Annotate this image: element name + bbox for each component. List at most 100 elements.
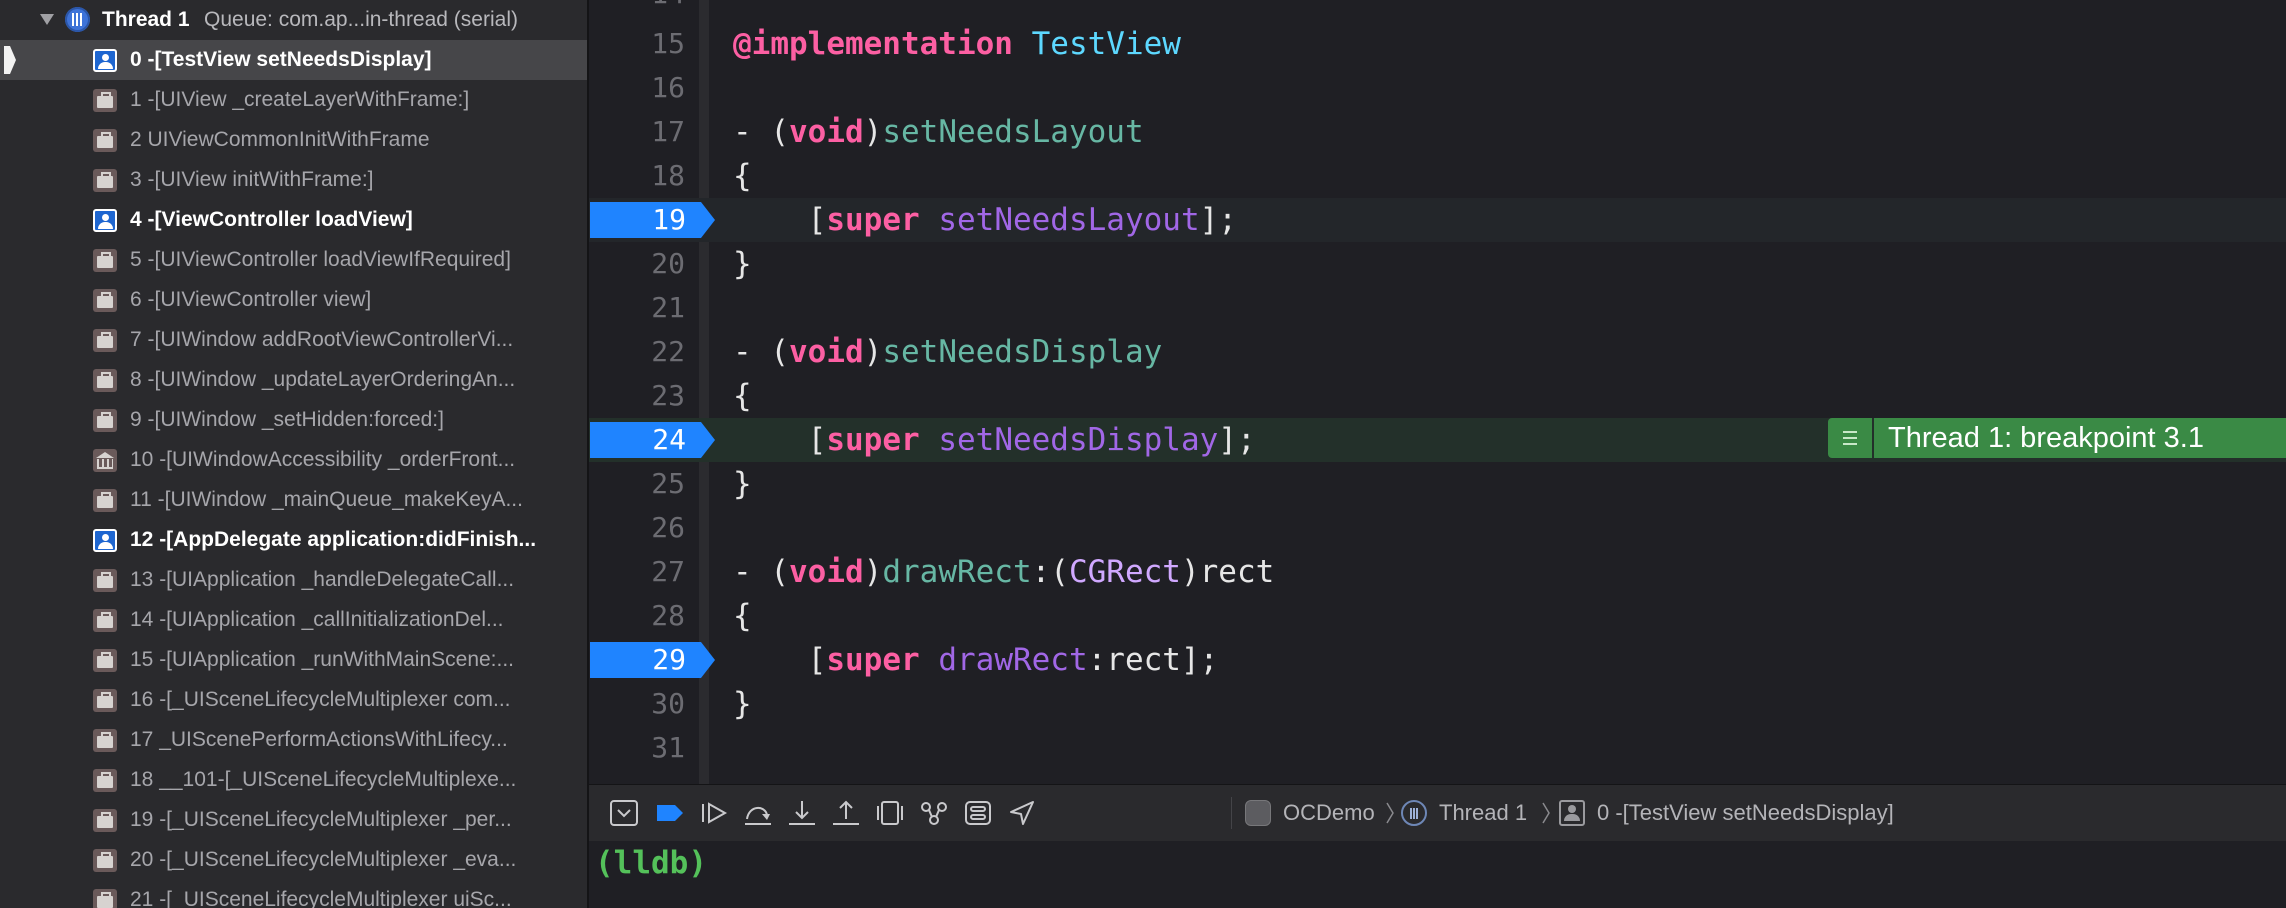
annotation-menu-icon[interactable] xyxy=(1828,418,1872,458)
code-line[interactable]: 29 [super drawRect:rect]; xyxy=(589,638,2286,682)
code-line[interactable]: 19 [super setNeedsLayout]; xyxy=(589,198,2286,242)
code-text[interactable]: { xyxy=(733,374,752,418)
library-icon xyxy=(93,449,117,472)
code-line[interactable]: 25} xyxy=(589,462,2286,506)
thread-queue: Queue: com.ap...in-thread (serial) xyxy=(204,8,518,31)
breakpoint-marker[interactable]: 29 xyxy=(590,642,715,678)
step-out-button[interactable] xyxy=(829,797,863,829)
code-token: { xyxy=(733,158,752,194)
code-text[interactable]: @implementation TestView xyxy=(733,22,1181,66)
breadcrumb-thread[interactable]: Thread 1 xyxy=(1439,785,1527,841)
memory-graph-button[interactable] xyxy=(917,797,951,829)
code-text[interactable]: [super setNeedsLayout]; xyxy=(733,198,1237,242)
stack-frame-label: 20 -[_UISceneLifecycleMultiplexer _eva..… xyxy=(130,848,517,871)
breakpoints-toggle-button[interactable] xyxy=(653,797,687,829)
framework-icon xyxy=(93,809,117,832)
code-text[interactable]: { xyxy=(733,594,752,638)
debug-bar-divider xyxy=(1231,797,1232,829)
framework-icon xyxy=(93,329,117,352)
stack-frame-row[interactable]: 2 UIViewCommonInitWithFrame xyxy=(0,120,587,160)
code-line[interactable]: 26 xyxy=(589,506,2286,550)
breakpoint-annotation[interactable]: Thread 1: breakpoint 3.1 xyxy=(1828,416,2286,460)
stack-frame-row[interactable]: 8 -[UIWindow _updateLayerOrderingAn... xyxy=(0,360,587,400)
code-line[interactable]: 18 { xyxy=(589,154,2286,198)
code-line[interactable]: 23 { xyxy=(589,374,2286,418)
step-into-button[interactable] xyxy=(785,797,819,829)
stack-frame-row[interactable]: 7 -[UIWindow addRootViewControllerVi... xyxy=(0,320,587,360)
breadcrumb-frame[interactable]: 0 -[TestView setNeedsDisplay] xyxy=(1597,785,1894,841)
simulate-location-button[interactable] xyxy=(1005,797,1039,829)
stack-frame-label: 10 -[UIWindowAccessibility _orderFront..… xyxy=(130,448,516,471)
framework-icon xyxy=(93,489,117,512)
stack-frame-row[interactable]: 1 -[UIView _createLayerWithFrame:] xyxy=(0,80,587,120)
stack-frame-row[interactable]: 13 -[UIApplication _handleDelegateCall..… xyxy=(0,560,587,600)
stack-frame-row[interactable]: 10 -[UIWindowAccessibility _orderFront..… xyxy=(0,440,587,480)
stack-frame-row[interactable]: 20 -[_UISceneLifecycleMultiplexer _eva..… xyxy=(0,840,587,880)
debug-navigator: Thread 1 Queue: com.ap...in-thread (seri… xyxy=(0,0,589,908)
code-text[interactable]: [super drawRect:rect]; xyxy=(733,638,1219,682)
code-text[interactable]: } xyxy=(733,462,752,506)
continue-button[interactable] xyxy=(697,797,731,829)
code-text[interactable]: - (void)drawRect:(CGRect)rect xyxy=(733,550,1274,594)
code-token: ) xyxy=(863,554,883,590)
stack-frame-row[interactable]: 18 __101-[_UISceneLifecycleMultiplexe... xyxy=(0,760,587,800)
stack-frame-row[interactable]: 4 -[ViewController loadView] xyxy=(0,200,587,240)
stack-frame-row[interactable]: 14 -[UIApplication _callInitializationDe… xyxy=(0,600,587,640)
lldb-console[interactable]: (lldb) xyxy=(589,841,2286,908)
code-token: void xyxy=(789,554,864,590)
code-token: :( xyxy=(1031,554,1069,590)
view-hierarchy-button[interactable] xyxy=(873,797,907,829)
code-line[interactable]: 20} xyxy=(589,242,2286,286)
code-line[interactable]: 15 @implementation TestView xyxy=(589,22,2286,66)
source-editor[interactable]: 14 15@implementation TestView1617- (void… xyxy=(589,0,2286,784)
stack-frame-label: 4 -[ViewController loadView] xyxy=(130,208,413,231)
memory-graph-icon xyxy=(921,802,947,825)
code-line[interactable]: 27 - (void)drawRect:(CGRect)rect xyxy=(589,550,2286,594)
code-line[interactable]: 30} xyxy=(589,682,2286,726)
breakpoint-marker[interactable]: 24 xyxy=(590,422,715,458)
stack-frame-row[interactable]: 3 -[UIView initWithFrame:] xyxy=(0,160,587,200)
code-line[interactable]: 17 - (void)setNeedsLayout xyxy=(589,110,2286,154)
code-text[interactable]: } xyxy=(733,682,752,726)
code-line[interactable]: 21 xyxy=(589,286,2286,330)
code-token: void xyxy=(789,334,864,370)
breadcrumb-app[interactable]: OCDemo xyxy=(1283,785,1375,841)
stack-frame-label: 6 -[UIViewController view] xyxy=(130,288,372,311)
code-token: setNeedsLayout xyxy=(938,202,1200,238)
code-line[interactable]: 16 xyxy=(589,66,2286,110)
stack-frame-row[interactable]: 12 -[AppDelegate application:didFinish..… xyxy=(0,520,587,560)
disclosure-triangle-icon[interactable] xyxy=(38,10,56,28)
stack-frame-row[interactable]: 15 -[UIApplication _runWithMainScene:... xyxy=(0,640,587,680)
line-number: 28 xyxy=(651,599,685,632)
code-text[interactable]: - (void)setNeedsLayout xyxy=(733,110,1144,154)
code-line[interactable]: 31 xyxy=(589,726,2286,770)
stack-frame-label: 15 -[UIApplication _runWithMainScene:... xyxy=(130,648,515,671)
breakpoint-marker[interactable]: 19 xyxy=(590,202,715,238)
stack-frame-row[interactable]: 6 -[UIViewController view] xyxy=(0,280,587,320)
stack-frame-row[interactable]: 0 -[TestView setNeedsDisplay] xyxy=(0,40,587,80)
code-text[interactable]: } xyxy=(733,242,752,286)
breakpoint-icon xyxy=(657,805,683,821)
hide-debug-area-button[interactable] xyxy=(607,797,641,829)
stack-frame-label: 8 -[UIWindow _updateLayerOrderingAn... xyxy=(130,368,516,391)
stack-frame-row[interactable]: 16 -[_UISceneLifecycleMultiplexer com... xyxy=(0,680,587,720)
code-token: ) xyxy=(863,114,883,150)
stack-frame-row[interactable]: 11 -[UIWindow _mainQueue_makeKeyA... xyxy=(0,480,587,520)
code-line[interactable]: 28 { xyxy=(589,594,2286,638)
code-line[interactable]: 22 - (void)setNeedsDisplay xyxy=(589,330,2286,374)
debug-bar: OCDemo Thread 1 0 -[TestView setNeedsDis… xyxy=(589,784,2286,842)
environment-overrides-button[interactable] xyxy=(961,797,995,829)
stack-frame-row[interactable]: 21 -[_UISceneLifecycleMultiplexer uiSc..… xyxy=(0,880,587,908)
code-text[interactable]: { xyxy=(733,154,752,198)
code-text[interactable]: [super setNeedsDisplay]; xyxy=(733,418,1256,462)
stack-frame-row[interactable]: 5 -[UIViewController loadViewIfRequired] xyxy=(0,240,587,280)
step-over-button[interactable] xyxy=(741,797,775,829)
stack-frame-row[interactable]: 19 -[_UISceneLifecycleMultiplexer _per..… xyxy=(0,800,587,840)
thread-row[interactable]: Thread 1 Queue: com.ap...in-thread (seri… xyxy=(0,0,587,40)
stack-frame-row[interactable]: 17 _UIScenePerformActionsWithLifecy... xyxy=(0,720,587,760)
stack-frame-row[interactable]: 9 -[UIWindow _setHidden:forced:] xyxy=(0,400,587,440)
code-text[interactable]: - (void)setNeedsDisplay xyxy=(733,330,1162,374)
view-hierarchy-icon xyxy=(877,801,903,825)
line-number: 21 xyxy=(651,291,685,324)
code-token: - ( xyxy=(733,114,789,150)
